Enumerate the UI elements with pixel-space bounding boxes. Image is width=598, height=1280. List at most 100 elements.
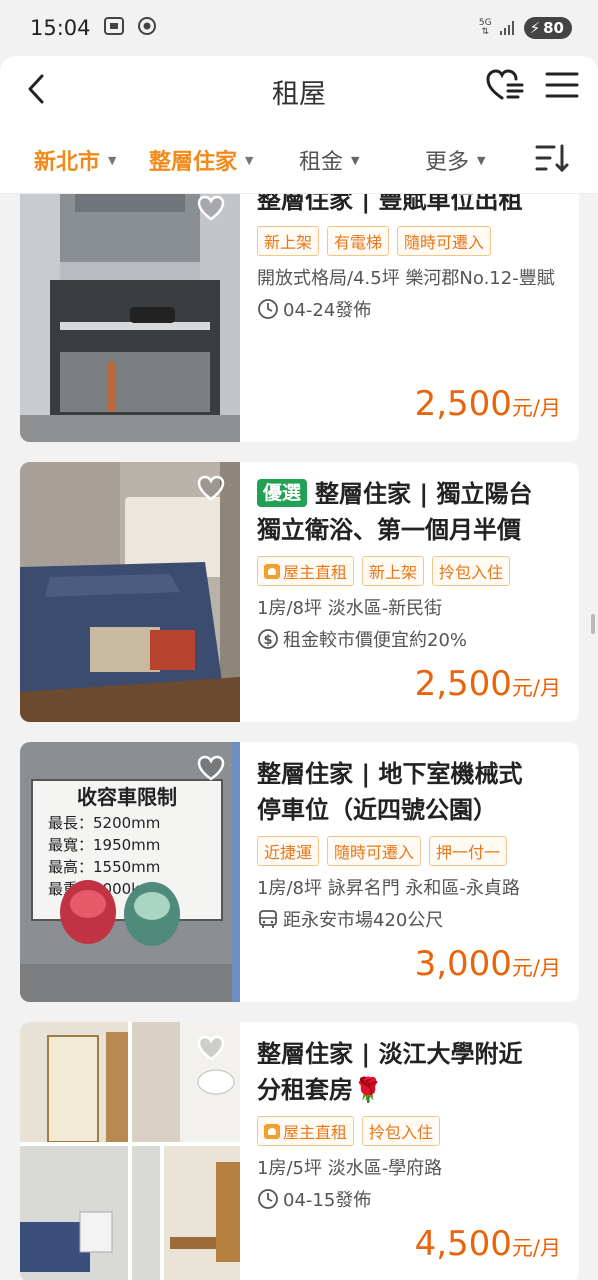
listing-info: 整層住家 | 豐賦車位出租 新上架 有電梯 隨時可遷入 開放式格局/4.5坪 樂… [257,194,567,322]
filter-rent-label: 租金 [299,150,344,175]
listing-title: 整層住家 | 豐賦車位出租 [257,194,523,214]
listing-card[interactable]: 優選 整層住家 | 獨立陽台 獨立衛浴、第一個月半價 屋主直租 新上架 拎包入住 … [20,462,579,722]
price-value: 2,500 [414,664,512,704]
owner-icon [264,1123,280,1139]
price-value: 2,500 [414,384,512,424]
sign-row: 最高：1550mm [48,858,160,876]
price-unit: 元/月 [511,1236,561,1260]
favorite-toggle[interactable] [196,754,226,782]
chrome-icon [137,16,157,41]
listing-tags: 屋主直租 拎包入住 [257,1116,567,1146]
featured-badge: 優選 [257,479,308,507]
menu-button[interactable] [544,69,580,101]
listing-card[interactable]: 整層住家 | 豐賦車位出租 新上架 有電梯 隨時可遷入 開放式格局/4.5坪 樂… [20,194,579,442]
listing-title: 整層住家 | 地下室機械式 [257,760,523,788]
owner-icon [264,563,280,579]
heart-outline-icon [197,475,225,501]
sort-button[interactable] [534,142,570,174]
listing-title-line2: 獨立衛浴、第一個月半價 [257,516,521,544]
heart-outline-icon [197,755,225,781]
listing-tag-label: 屋主直租 [283,1123,348,1142]
dollar-circle-icon: $ [258,629,278,649]
filter-more[interactable]: 更多 ▼ [425,144,485,176]
listing-tag: 隨時可遷入 [327,836,422,866]
scrollbar[interactable] [591,614,595,634]
listing-title-line2: 停車位（近四號公園） [257,796,497,824]
filter-region-label: 新北市 [34,150,101,175]
listing-photo [20,194,240,442]
listing-title: 優選 整層住家 | 獨立陽台 [257,476,567,512]
listing-desc: 1房/8坪 淡水區-新民街 [257,598,443,619]
listing-info: 優選 整層住家 | 獨立陽台 獨立衛浴、第一個月半價 屋主直租 新上架 拎包入住 … [257,476,567,652]
svg-text:$: $ [263,633,272,648]
status-bar: 15:04 5G ⇅ ⚡ 80 [0,0,598,56]
filter-type-label: 整層住家 [149,150,238,175]
filter-bar: 新北市 ▼ 整層住家 ▼ 租金 ▼ 更多 ▼ [0,122,598,194]
caret-down-icon: ▼ [477,153,486,167]
charging-icon: ⚡ [529,19,541,37]
listing-meta-text: 租金較市價便宜約20% [283,630,468,651]
listing-title: 整層住家 | 淡江大學附近 [257,1040,523,1068]
listing-meta: 04-15發佈 [257,1186,567,1212]
signal-icon [499,21,516,35]
listing-price: 2,500元/月 [415,664,561,704]
listing-meta: 04-24發佈 [257,296,567,322]
listing-tag: 新上架 [362,556,425,586]
listing-tags: 新上架 有電梯 隨時可遷入 [257,226,567,256]
sort-icon [535,144,569,173]
listing-tags: 屋主直租 新上架 拎包入住 [257,556,567,586]
listing-price: 4,500元/月 [415,1224,561,1264]
battery-indicator: ⚡ 80 [523,17,572,39]
listing-desc: 開放式格局/4.5坪 樂河郡No.12-豐賦 [257,268,555,289]
caret-down-icon: ▼ [108,153,117,167]
price-unit: 元/月 [511,956,561,980]
favorites-button[interactable] [484,66,526,106]
heart-list-icon [486,69,524,100]
sign-title: 收容車限制 [77,785,177,809]
listing-title-line2: 分租套房🌹 [257,1076,383,1104]
listing-meta: $ 租金較市價便宜約20% [257,626,567,652]
listing-list: 整層住家 | 豐賦車位出租 新上架 有電梯 隨時可遷入 開放式格局/4.5坪 樂… [0,194,598,1280]
sign-row: 最寬：1950mm [48,836,160,854]
filter-type[interactable]: 整層住家 ▼ [149,144,253,176]
listing-tag: 新上架 [257,226,320,256]
caret-down-icon: ▼ [351,153,360,167]
screenshot-icon [103,16,125,41]
listing-desc: 1房/8坪 詠昇名門 永和區-永貞路 [257,878,520,899]
heart-outline-icon [197,1035,225,1061]
listing-card[interactable]: 收容車限制 最長：5200mm 最寬：1950mm 最高：1550mm 最重：2… [20,742,579,1002]
listing-tag: 隨時可遷入 [397,226,492,256]
listing-tags: 近捷運 隨時可遷入 押一付一 [257,836,567,866]
listing-meta-text: 04-24發佈 [283,300,372,321]
caret-down-icon: ▼ [245,153,254,167]
listing-meta: 距永安市場420公尺 [257,906,567,932]
price-unit: 元/月 [511,396,561,420]
app-header: 租屋 [0,56,598,122]
listing-meta-text: 04-15發佈 [283,1190,372,1211]
clock-icon [258,1189,278,1209]
filter-region[interactable]: 新北市 ▼ [34,144,116,176]
listing-meta-text: 距永安市場420公尺 [283,910,444,931]
filter-rent[interactable]: 租金 ▼ [299,144,359,176]
bus-icon [259,910,277,928]
listing-info: 整層住家 | 淡江大學附近 分租套房🌹 屋主直租 拎包入住 1房/5坪 淡水區-… [257,1036,567,1212]
network-indicator: 5G ⇅ [478,18,492,37]
listing-info: 整層住家 | 地下室機械式 停車位（近四號公園） 近捷運 隨時可遷入 押一付一 … [257,756,567,932]
favorite-toggle[interactable] [196,474,226,502]
sign-row: 最長：5200mm [48,814,160,832]
filter-more-label: 更多 [425,150,470,175]
listing-tag: 拎包入住 [432,556,511,586]
battery-level: 80 [543,19,564,37]
listing-price: 3,000元/月 [415,944,561,984]
favorite-toggle[interactable] [196,194,226,222]
favorite-toggle[interactable] [196,1034,226,1062]
listing-card[interactable]: 整層住家 | 淡江大學附近 分租套房🌹 屋主直租 拎包入住 1房/5坪 淡水區-… [20,1022,579,1280]
listing-tag-owner: 屋主直租 [257,556,355,586]
price-value: 3,000 [414,944,512,984]
listing-tag-label: 屋主直租 [283,563,348,582]
listing-tag: 近捷運 [257,836,320,866]
listing-desc: 1房/5坪 淡水區-學府路 [257,1158,443,1179]
listing-tag: 押一付一 [429,836,508,866]
heart-outline-icon [197,195,225,221]
price-value: 4,500 [414,1224,512,1264]
